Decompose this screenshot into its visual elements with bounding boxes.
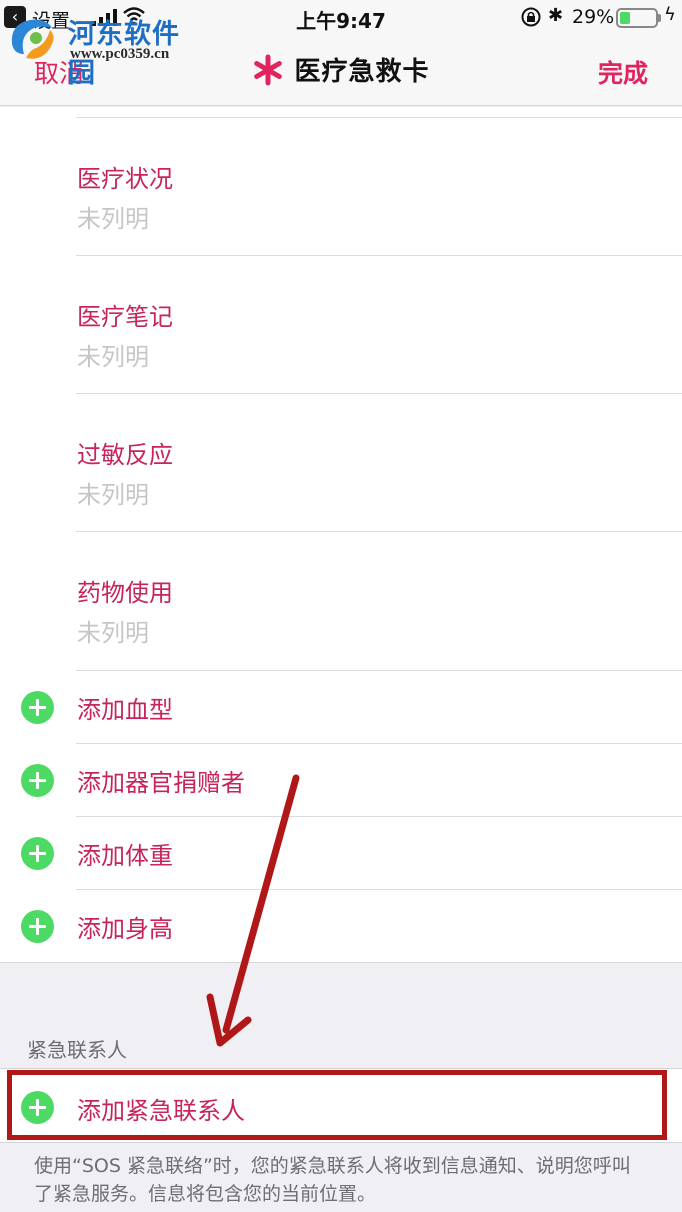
add-weight-row[interactable]: 添加体重 [0, 816, 682, 889]
page-title: 医疗急救卡 [294, 57, 430, 87]
section-header-emergency-contacts: 紧急联系人 [27, 1038, 127, 1062]
row-separator [76, 743, 682, 744]
field-medications[interactable]: 药物使用 未列明 [0, 531, 682, 669]
plus-circle-icon[interactable] [21, 910, 54, 943]
status-bar: ‹ 设置 上午9:47 ✱ 29% ϟ [0, 0, 682, 36]
bluetooth-icon: ✱ [548, 5, 564, 26]
add-blood-type-row[interactable]: 添加血型 [0, 670, 682, 743]
field-label: 医疗笔记 [77, 303, 173, 331]
add-height-row[interactable]: 添加身高 [0, 889, 682, 962]
medical-id-list: 医疗状况 未列明 医疗笔记 未列明 过敏反应 未列明 药物使用 未列明 添加血型… [0, 107, 682, 963]
done-button[interactable]: 完成 [598, 54, 648, 90]
field-label: 药物使用 [77, 579, 173, 607]
add-emergency-contact-label[interactable]: 添加紧急联系人 [77, 1091, 245, 1126]
emergency-contact-note: 使用“SOS 紧急联络”时，您的紧急联系人将收到信息通知、说明您呼叫了紧急服务。… [34, 1155, 631, 1205]
field-value[interactable]: 未列明 [77, 475, 149, 510]
field-allergies[interactable]: 过敏反应 未列明 [0, 393, 682, 531]
add-label[interactable]: 添加身高 [77, 909, 173, 944]
plus-circle-icon[interactable] [21, 764, 54, 797]
field-value[interactable]: 未列明 [77, 613, 149, 648]
battery-fill [620, 12, 630, 24]
charging-icon: ϟ [664, 4, 676, 25]
plus-circle-icon[interactable] [21, 837, 54, 870]
field-medical-notes[interactable]: 医疗笔记 未列明 [0, 255, 682, 393]
battery-tip [658, 14, 661, 22]
add-label[interactable]: 添加体重 [77, 836, 173, 871]
field-value[interactable]: 未列明 [77, 337, 149, 372]
field-medical-conditions[interactable]: 医疗状况 未列明 [0, 117, 682, 255]
row-separator [76, 531, 682, 532]
add-label[interactable]: 添加器官捐赠者 [77, 763, 245, 798]
rotation-lock-icon [521, 7, 541, 27]
row-separator [76, 670, 682, 671]
field-value[interactable]: 未列明 [77, 199, 149, 234]
row-separator [76, 255, 682, 256]
nav-bar: 取消 医疗急救卡 完成 [0, 36, 682, 106]
battery-percent: 29% [572, 6, 615, 28]
field-label: 医疗状况 [77, 165, 173, 193]
screen: ‹ 设置 上午9:47 ✱ 29% ϟ 取消 医疗急救卡 完成 河东软件园 ww… [0, 0, 682, 1212]
nav-title-group: 医疗急救卡 [0, 51, 682, 88]
plus-circle-icon[interactable] [21, 691, 54, 724]
add-label[interactable]: 添加血型 [77, 690, 173, 725]
row-separator [76, 889, 682, 890]
add-organ-donor-row[interactable]: 添加器官捐赠者 [0, 743, 682, 816]
add-emergency-contact-row[interactable]: 添加紧急联系人 [0, 1068, 682, 1143]
row-separator [76, 393, 682, 394]
battery-icon [616, 8, 658, 28]
field-label: 过敏反应 [77, 441, 173, 469]
row-separator [76, 117, 682, 118]
row-separator [76, 816, 682, 817]
medical-asterisk-icon [254, 54, 283, 85]
plus-circle-icon[interactable] [21, 1091, 54, 1124]
